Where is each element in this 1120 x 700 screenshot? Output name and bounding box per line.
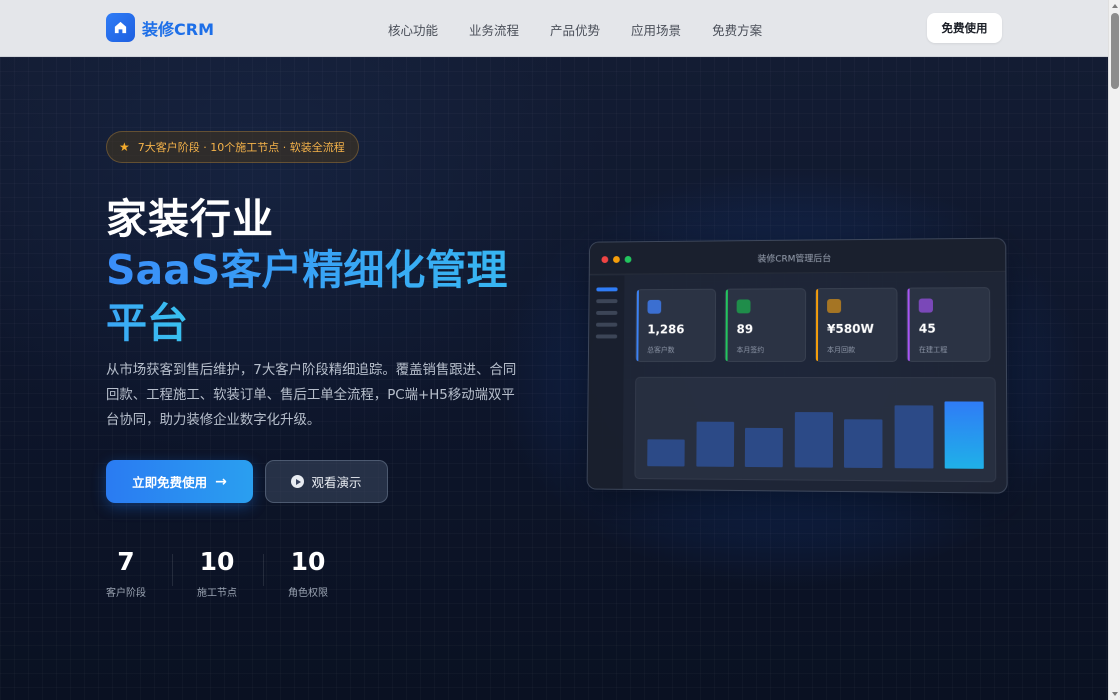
scrollbar-thumb[interactable] (1111, 13, 1119, 89)
brand-logo[interactable]: 装修CRM (106, 13, 214, 42)
users-icon (647, 300, 661, 314)
stat-card-monthly-payments: ¥580W 本月回款 (815, 288, 898, 362)
sidebar-item (596, 299, 617, 303)
stat-label: 角色权限 (287, 584, 329, 599)
dashboard-titlebar: 装修CRM管理后台 (590, 239, 1006, 275)
hero-description: 从市场获客到售后维护，7大客户阶段精细追踪。覆盖销售跟进、合同回款、工程施工、软… (106, 358, 526, 433)
dashboard-preview: 装修CRM管理后台 1,286 总客户数 89 本月签约 ¥580W 本月回款 (587, 238, 1008, 494)
chart-bar (894, 405, 933, 468)
chart-bar (844, 419, 882, 468)
stat-construction-nodes: 10 施工节点 (196, 547, 238, 599)
card-label: 本月回款 (827, 345, 855, 355)
chart-bar (944, 401, 983, 468)
stat-value: 10 (196, 547, 238, 576)
stat-divider (263, 554, 264, 586)
stat-value: 10 (287, 547, 329, 576)
badge-text: 7大客户阶段 · 10个施工节点 · 软装全流程 (138, 139, 345, 155)
card-accent (908, 289, 910, 361)
nav-link-scenarios[interactable]: 应用场景 (631, 20, 681, 39)
card-accent (636, 290, 639, 361)
stat-label: 客户阶段 (106, 584, 146, 599)
stat-card-monthly-contracts: 89 本月签约 (725, 288, 807, 362)
arrow-right-icon: → (215, 474, 227, 490)
nav-link-workflow[interactable]: 业务流程 (469, 20, 519, 39)
stat-value: 7 (106, 547, 146, 576)
card-accent (726, 290, 728, 361)
chart-bar (794, 412, 832, 468)
free-use-button[interactable]: 免费使用 (927, 13, 1002, 43)
feature-badge: ★ 7大客户阶段 · 10个施工节点 · 软装全流程 (106, 131, 359, 163)
dashboard-title: 装修CRM管理后台 (590, 250, 1005, 266)
play-icon (291, 475, 304, 488)
watch-demo-label: 观看演示 (311, 472, 361, 491)
chart-bar (696, 422, 734, 467)
nav-link-advantages[interactable]: 产品优势 (550, 20, 600, 39)
stat-card-projects-in-progress: 45 在建工程 (907, 287, 991, 362)
stat-divider (172, 554, 173, 586)
card-value: 1,286 (647, 322, 684, 336)
contract-icon (737, 299, 751, 313)
stat-card-total-customers: 1,286 总客户数 (635, 289, 716, 362)
watch-demo-button[interactable]: 观看演示 (265, 460, 388, 503)
sidebar-item (596, 334, 617, 338)
card-label: 本月签约 (736, 345, 764, 355)
nav-link-free-plan[interactable]: 免费方案 (712, 20, 762, 39)
hero-title-line3: 平台 (106, 289, 188, 349)
hero-title-line2: SaaS客户精细化管理 (106, 236, 507, 296)
card-label: 在建工程 (919, 345, 948, 355)
card-value: 89 (737, 322, 754, 336)
nav-link-features[interactable]: 核心功能 (388, 20, 438, 39)
page-scrollbar[interactable] (1108, 0, 1120, 700)
card-label: 总客户数 (647, 345, 674, 355)
sidebar-item (596, 287, 617, 291)
sidebar-item (596, 323, 617, 327)
scroll-up-arrow-icon[interactable] (1112, 4, 1118, 8)
chart-bar (745, 428, 783, 467)
start-free-label: 立即免费使用 (132, 472, 207, 491)
scroll-down-arrow-icon[interactable] (1112, 692, 1118, 696)
brand-name: 装修CRM (142, 16, 214, 40)
card-value: 45 (919, 322, 936, 336)
home-icon (106, 13, 135, 42)
card-accent (816, 289, 818, 361)
sidebar-item (596, 311, 617, 315)
dashboard-sidebar (588, 276, 625, 489)
nav-links: 核心功能 业务流程 产品优势 应用场景 免费方案 (388, 20, 793, 39)
start-free-button[interactable]: 立即免费使用 → (106, 460, 253, 503)
project-icon (919, 298, 933, 312)
top-nav: 装修CRM 核心功能 业务流程 产品优势 应用场景 免费方案 免费使用 (0, 0, 1108, 57)
hero-section: ★ 7大客户阶段 · 10个施工节点 · 软装全流程 家装行业 SaaS客户精细… (0, 57, 1108, 700)
stat-label: 施工节点 (196, 584, 238, 599)
stat-role-permissions: 10 角色权限 (287, 547, 329, 599)
star-icon: ★ (119, 140, 130, 154)
payment-icon (827, 299, 841, 313)
chart-bar (647, 439, 684, 466)
stat-customer-stages: 7 客户阶段 (106, 547, 146, 599)
card-value: ¥580W (827, 322, 874, 336)
dashboard-bar-chart (634, 377, 996, 482)
